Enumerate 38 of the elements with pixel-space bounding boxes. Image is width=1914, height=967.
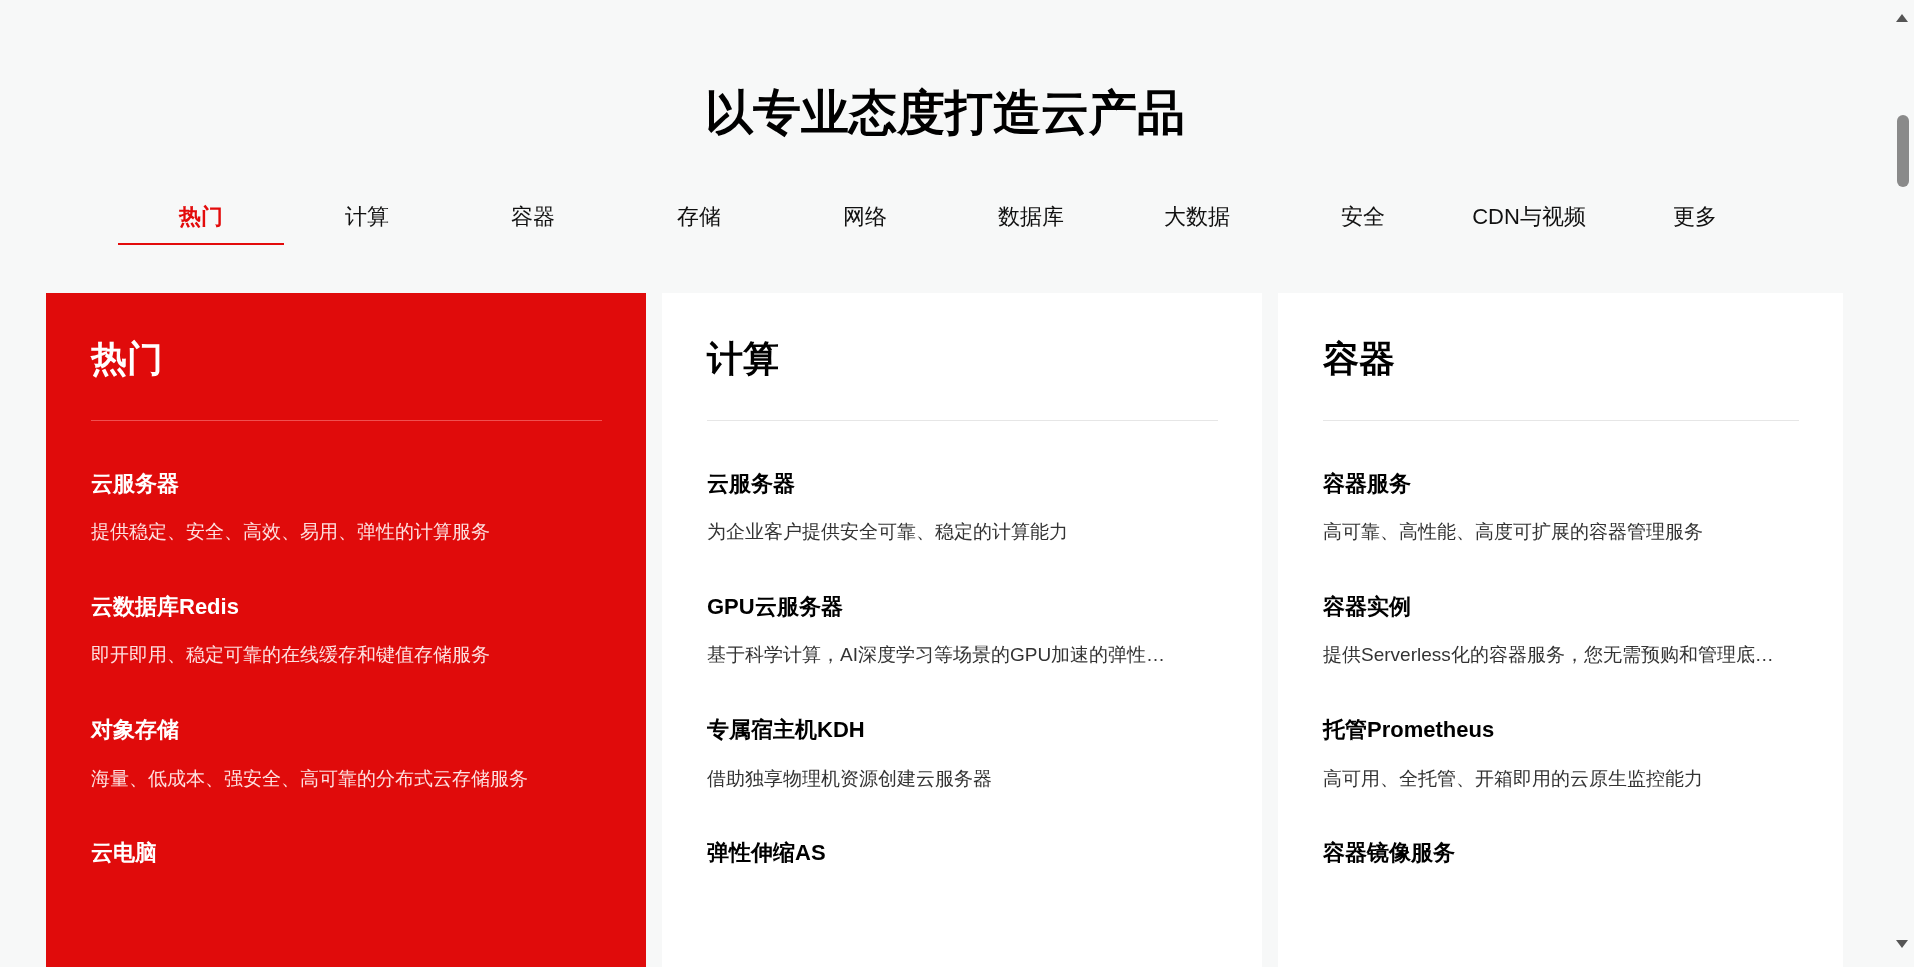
product-name[interactable]: 托管Prometheus: [1323, 717, 1799, 744]
product-description: 为企业客户提供安全可靠、稳定的计算能力: [707, 521, 1069, 544]
card-title: 计算: [707, 336, 1218, 421]
product-name[interactable]: 云电脑: [91, 840, 602, 867]
category-tab[interactable]: CDN与视频: [1446, 191, 1612, 245]
category-tab[interactable]: 计算: [284, 191, 450, 245]
product-name[interactable]: GPU云服务器: [707, 593, 1218, 621]
scroll-up-icon[interactable]: [1896, 14, 1908, 22]
product-description: 即开即用、稳定可靠的在线缓存和键值存储服务: [91, 644, 491, 668]
category-tab[interactable]: 大数据: [1114, 191, 1280, 245]
card-title: 热门: [91, 336, 602, 421]
category-tab[interactable]: 数据库: [948, 191, 1114, 245]
category-tab[interactable]: 热门: [118, 191, 284, 245]
page-heading: 以专业态度打造云产品: [704, 85, 1186, 141]
product-name[interactable]: 云服务器: [91, 470, 602, 498]
category-tab[interactable]: 容器: [450, 191, 616, 245]
product-name[interactable]: 容器镜像服务: [1323, 840, 1799, 867]
product-name[interactable]: 对象存储: [91, 717, 602, 744]
scroll-down-icon[interactable]: [1896, 940, 1908, 948]
product-name[interactable]: 弹性伸缩AS: [707, 840, 1218, 867]
scrollbar-thumb[interactable]: [1897, 115, 1909, 187]
product-description: 借助独享物理机资源创建云服务器: [707, 767, 993, 791]
product-name[interactable]: 容器实例: [1323, 593, 1799, 621]
product-description: 高可用、全托管、开箱即用的云原生监控能力: [1323, 767, 1704, 791]
category-tab[interactable]: 网络: [782, 191, 948, 245]
product-name[interactable]: 容器服务: [1323, 470, 1799, 498]
category-tab[interactable]: 安全: [1280, 191, 1446, 245]
category-tab[interactable]: 更多: [1612, 191, 1778, 245]
product-description: 高可靠、高性能、高度可扩展的容器管理服务: [1323, 521, 1704, 544]
product-description: 海量、低成本、强安全、高可靠的分布式云存储服务: [91, 767, 529, 791]
product-name[interactable]: 专属宿主机KDH: [707, 717, 1218, 744]
product-name[interactable]: 云数据库Redis: [91, 593, 602, 621]
product-description: 基于科学计算，AI深度学习等场景的GPU加速的弹性…: [707, 644, 1167, 668]
product-description: 提供稳定、安全、高效、易用、弹性的计算服务: [91, 521, 491, 544]
card-title: 容器: [1323, 336, 1799, 421]
category-tab[interactable]: 存储: [616, 191, 782, 245]
product-name[interactable]: 云服务器: [707, 470, 1218, 498]
product-description: 提供Serverless化的容器服务，您无需预购和管理底…: [1323, 644, 1775, 668]
